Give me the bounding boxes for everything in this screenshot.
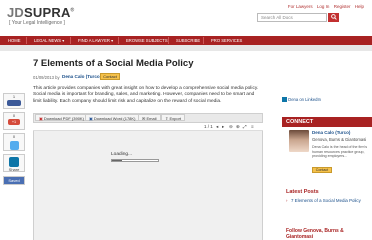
article-title: 7 Elements of a Social Media Policy [33,58,194,69]
nav-legal-news[interactable]: LEGAL NEWS ▾ [30,36,68,45]
email-button[interactable]: ✉ Email [138,114,161,121]
connect-header: CONNECT [282,117,372,127]
bullet-arrow-icon: › [286,198,288,203]
export-button[interactable]: ⇪ Export [161,114,186,121]
plus-count: 0 [12,113,16,118]
nav-divider [203,37,204,44]
latest-posts-heading: Latest Posts [286,189,319,195]
nav-divider [26,37,27,44]
author-link[interactable]: Dena Calo (Turco) [62,74,101,79]
connect-contact-button[interactable]: Contact [312,167,332,173]
google-plus-icon: +1 [8,119,20,125]
prev-page-icon[interactable]: ◂ [216,124,218,130]
nav-browse-subjects[interactable]: BROWSE SUBJECTS [122,36,172,45]
link-help[interactable]: Help [355,4,364,9]
document-viewer[interactable] [33,123,263,240]
logo-prefix: JD [7,5,25,20]
logo-suffix: SUPRA [24,5,71,20]
email-icon: ✉ [142,116,146,121]
linkedin-profile-link[interactable]: Dena on LinkedIn [282,97,321,103]
export-icon: ⇪ [165,116,169,121]
tweet-count: 0 [12,134,16,139]
pdf-icon: ▣ [39,116,43,121]
next-page-icon[interactable]: ▸ [222,124,224,130]
nav-pro-services[interactable]: PRO SERVICES [207,36,246,45]
nav-subscribe[interactable]: SUBSCRIBE [172,36,204,45]
link-for-lawyers[interactable]: For Lawyers [288,4,313,9]
nav-divider [168,37,169,44]
nav-find-a-lawyer[interactable]: FIND A LAWYER ▾ [74,36,117,45]
latest-post-link[interactable]: 7 Elements of a Social Media Policy [291,198,361,203]
contact-button[interactable]: Contact [100,73,120,80]
breadcrumb-bar [0,45,372,51]
loading-text: Loading... [111,152,133,157]
link-login[interactable]: Log In [317,4,330,9]
linkedin-icon [282,97,287,103]
menu-icon[interactable]: ≡ [251,124,254,129]
like-count: 1 [12,94,16,99]
main-nav: HOME LEGAL NEWS ▾ FIND A LAWYER ▾ BROWSE… [0,36,372,45]
page-indicator: 1 / 1 [204,124,213,129]
jdsupra-logo[interactable]: JDSUPRA® [7,5,74,20]
article-body: This article provides companies with gre… [33,86,259,104]
zoom-out-icon[interactable]: ⊖ [229,124,233,130]
loading-progress-fill [112,160,122,161]
search-button[interactable] [328,13,339,22]
search-input[interactable]: Search All Docs [257,13,327,22]
connect-firm-name[interactable]: Genova, Burns & Giantomasi [312,137,366,142]
facebook-like-icon [7,100,21,106]
follow-firm-heading: Follow Genova, Burns & Giantomasi [286,228,344,240]
fullscreen-icon[interactable]: ⤢ [243,124,247,129]
twitter-icon [9,141,19,150]
author-avatar[interactable] [289,130,309,152]
nav-divider [70,37,71,44]
nav-divider [118,37,119,44]
search-icon [330,14,337,20]
logo-registered-mark: ® [70,7,75,14]
nav-home[interactable]: HOME [4,36,25,45]
linkedin-icon [9,157,19,167]
connect-author-name[interactable]: Dena Calo (Turco) [312,130,350,135]
google-plus-widget[interactable]: 0 +1 [3,112,25,130]
twitter-widget[interactable]: 0 [3,133,25,151]
tagline: [ Your Legal Intelligence ] [9,20,65,26]
top-links: For Lawyers Log In Register Help [285,4,364,9]
article-date: 01/09/2013 by [33,75,60,80]
word-icon: ▣ [89,116,93,121]
download-pdf-button[interactable]: ▣ Download PDF (390K) [35,114,88,121]
link-register[interactable]: Register [334,4,351,9]
linkedin-share-widget[interactable]: Share [3,154,25,172]
saved-button[interactable]: Saved [3,176,25,185]
connect-description: Dena Calo is the head of the firm's huma… [312,145,368,159]
zoom-in-icon[interactable]: ⊕ [236,124,240,130]
download-word-button[interactable]: ▣ Download Word (178K) [85,114,140,121]
facebook-like-widget[interactable]: 1 [3,93,25,109]
share-label: Share [8,167,20,172]
